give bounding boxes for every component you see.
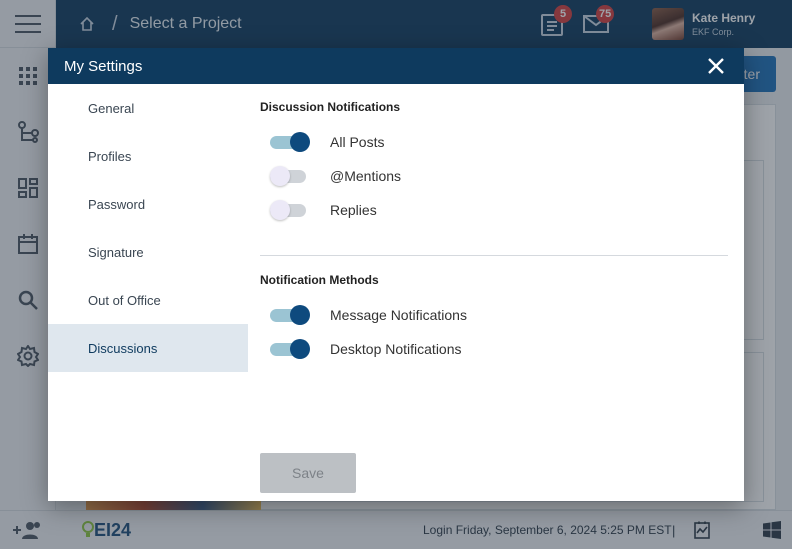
- replies-toggle[interactable]: [270, 198, 310, 222]
- close-icon: [708, 58, 724, 74]
- mentions-toggle[interactable]: [270, 164, 310, 188]
- nav-item-password[interactable]: Password: [48, 180, 248, 228]
- message-notifications-label: Message Notifications: [330, 307, 467, 323]
- desktop-notifications-label: Desktop Notifications: [330, 341, 462, 357]
- nav-item-out-of-office[interactable]: Out of Office: [48, 276, 248, 324]
- nav-item-general[interactable]: General: [48, 84, 248, 132]
- dialog-header: My Settings: [48, 48, 744, 84]
- nav-item-label: Signature: [88, 244, 144, 260]
- desktop-notifications-toggle[interactable]: [270, 337, 310, 361]
- dialog-title: My Settings: [64, 57, 143, 75]
- replies-label: Replies: [330, 202, 377, 218]
- section-divider: [260, 255, 728, 256]
- settings-content: Discussion Notifications All Posts @Ment…: [260, 84, 728, 501]
- nav-item-discussions[interactable]: Discussions: [48, 324, 248, 372]
- nav-item-profiles[interactable]: Profiles: [48, 132, 248, 180]
- all-posts-toggle[interactable]: [270, 130, 310, 154]
- toggle-row-all-posts: All Posts: [270, 130, 384, 154]
- save-button[interactable]: Save: [260, 453, 356, 493]
- nav-item-label: Discussions: [88, 340, 158, 356]
- nav-item-label: Password: [88, 196, 146, 212]
- nav-item-signature[interactable]: Signature: [48, 228, 248, 276]
- toggle-row-mentions: @Mentions: [270, 164, 401, 188]
- nav-item-label: Profiles: [88, 148, 132, 164]
- message-notifications-toggle[interactable]: [270, 303, 310, 327]
- discussion-notifications-title: Discussion Notifications: [260, 100, 401, 114]
- close-button[interactable]: [704, 54, 728, 78]
- notification-methods-title: Notification Methods: [260, 273, 379, 287]
- mentions-label: @Mentions: [330, 168, 402, 184]
- toggle-row-message-notifications: Message Notifications: [270, 303, 467, 327]
- toggle-row-replies: Replies: [270, 198, 377, 222]
- all-posts-label: All Posts: [330, 134, 385, 150]
- toggle-row-desktop-notifications: Desktop Notifications: [270, 337, 462, 361]
- settings-nav: General Profiles Password Signature Out …: [48, 84, 248, 501]
- settings-dialog: My Settings General Profiles Password Si…: [48, 48, 744, 501]
- nav-item-label: Out of Office: [88, 292, 161, 308]
- nav-item-label: General: [88, 100, 135, 116]
